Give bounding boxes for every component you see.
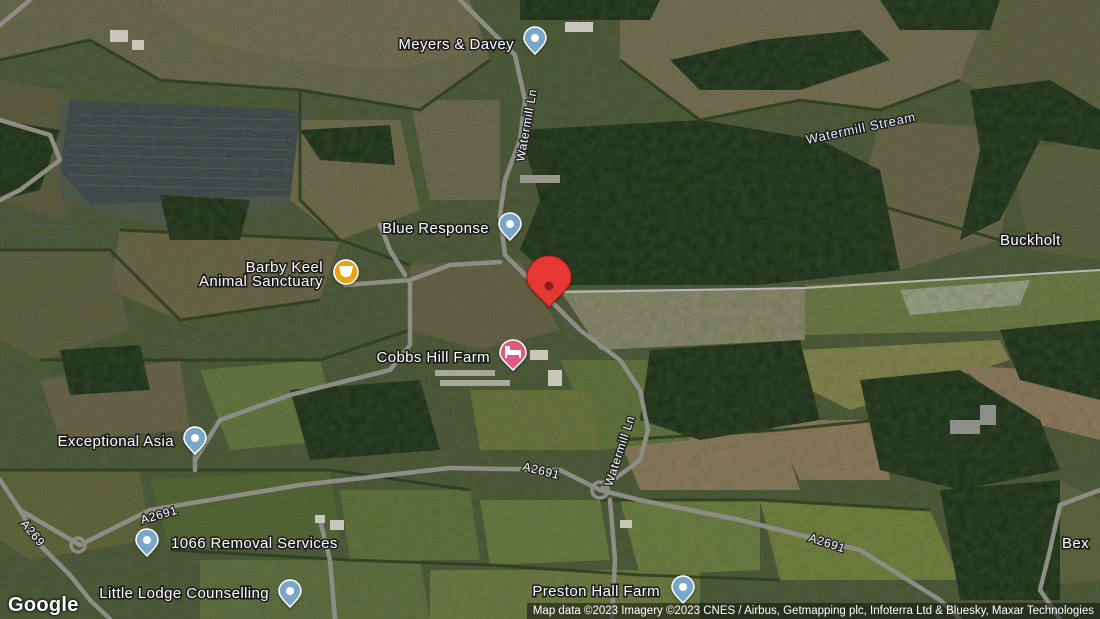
map-attribution: Map data ©2023 Imagery ©2023 CNES / Airb… — [526, 603, 1100, 619]
label-exceptional-asia[interactable]: Exceptional Asia — [56, 432, 175, 452]
label-barby-keel-line2[interactable]: Animal Sanctuary — [198, 272, 325, 292]
label-preston-hall[interactable]: Preston Hall Farm — [531, 582, 661, 602]
label-buckholt[interactable]: Buckholt — [999, 231, 1063, 251]
label-cobbs-hill-farm[interactable]: Cobbs Hill Farm — [375, 348, 491, 368]
label-blue-response[interactable]: Blue Response — [381, 219, 491, 239]
cafe-cup-icon[interactable] — [333, 259, 359, 285]
satellite-map[interactable]: Watermill Ln Watermill Ln A2691 A2691 A2… — [0, 0, 1100, 619]
label-1066-removal[interactable]: 1066 Removal Services — [170, 534, 339, 554]
label-meyers-davey[interactable]: Meyers & Davey — [397, 35, 515, 55]
label-little-lodge[interactable]: Little Lodge Counselling — [98, 584, 270, 604]
google-logo[interactable]: Google — [8, 594, 79, 617]
label-bex[interactable]: Bex — [1061, 534, 1091, 554]
terrain — [0, 0, 1100, 619]
